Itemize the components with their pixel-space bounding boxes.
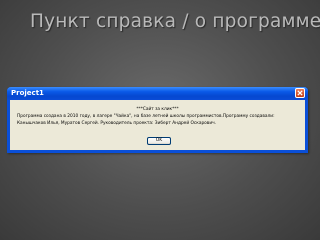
slide-title: Пункт справка / о программе: [30, 11, 320, 32]
ok-button[interactable]: OK: [147, 137, 171, 145]
dialog-titlebar[interactable]: Project1: [7, 87, 308, 100]
close-icon: [297, 90, 303, 96]
message-dialog: Project1 ***Сайт за клик*** Программа со…: [7, 87, 308, 153]
message-text: Программа создана в 2010 году, в лагере …: [17, 114, 275, 126]
close-button[interactable]: [295, 88, 305, 98]
dialog-client-area: ***Сайт за клик*** Программа создана в 2…: [10, 100, 305, 150]
message-caption: ***Сайт за клик***: [136, 107, 179, 112]
dialog-title: Project1: [11, 89, 44, 97]
